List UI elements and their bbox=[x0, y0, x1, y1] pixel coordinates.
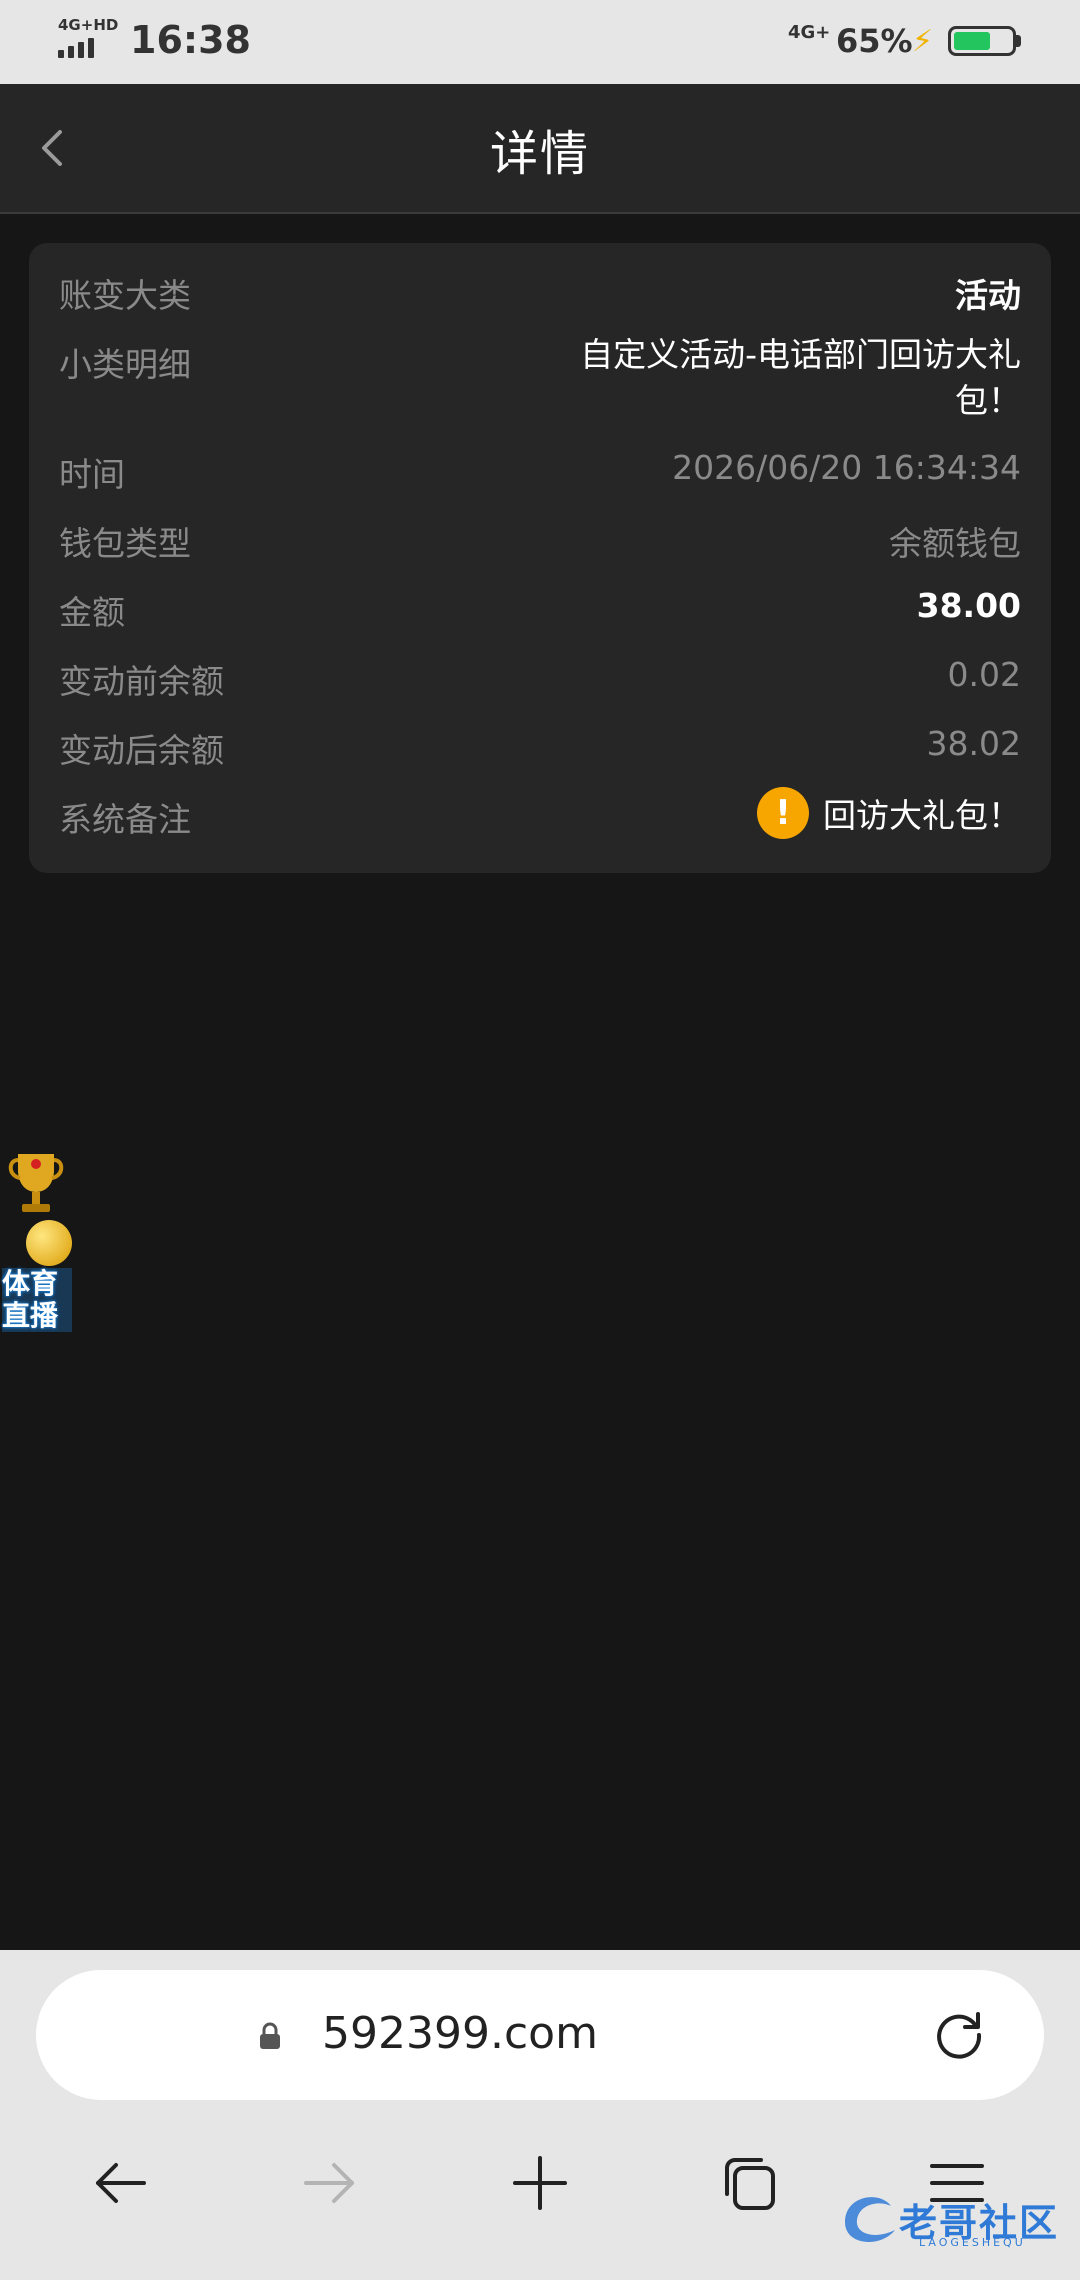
forward-arrow-button[interactable] bbox=[294, 2148, 364, 2218]
signal-icon bbox=[58, 36, 104, 58]
time-label: 时间 bbox=[59, 455, 125, 494]
network-type-left: 4G+HD bbox=[58, 16, 119, 34]
transaction-detail-card: 账变大类 活动 小类明细 自定义活动-电话部门回访大礼包！ 时间 2026/06… bbox=[29, 243, 1051, 873]
tabs-icon bbox=[725, 2158, 775, 2210]
warning-icon: ! bbox=[757, 787, 809, 839]
wallet-value: 余额钱包 bbox=[889, 524, 1021, 563]
category-value: 活动 bbox=[955, 276, 1021, 315]
time-value: 2026/06/20 16:34:34 bbox=[672, 448, 1021, 487]
battery-cap bbox=[1016, 35, 1021, 47]
new-tab-button[interactable] bbox=[505, 2148, 575, 2218]
header-bar: 详情 bbox=[0, 84, 1080, 214]
lock-icon bbox=[260, 2022, 280, 2049]
category-label: 账变大类 bbox=[59, 276, 191, 315]
forward-arrow-icon bbox=[304, 2163, 354, 2203]
back-arrow-icon bbox=[96, 2163, 146, 2203]
back-arrow-button[interactable] bbox=[86, 2148, 156, 2218]
after-balance-value: 38.02 bbox=[926, 724, 1021, 763]
after-balance-label: 变动后余额 bbox=[59, 731, 224, 770]
reload-icon bbox=[937, 2012, 982, 2059]
url-text: 592399.com bbox=[322, 2008, 598, 2059]
battery-icon bbox=[948, 26, 1016, 56]
charging-icon: ⚡ bbox=[912, 24, 934, 59]
page-title: 详情 bbox=[489, 126, 590, 182]
remark-value: 回访大礼包！ bbox=[823, 796, 1021, 835]
wallet-label: 钱包类型 bbox=[59, 524, 191, 563]
battery-level bbox=[954, 32, 990, 50]
amount-value: 38.00 bbox=[916, 586, 1021, 625]
remark-content: ! 回访大礼包！ bbox=[757, 787, 1021, 839]
status-bar: 4G+HD 16:38 4G+ 65% ⚡ bbox=[0, 0, 1080, 84]
watermark-logo: 老哥社区 LAOGESHEQU bbox=[835, 2178, 1070, 2258]
battery-percent: 65% bbox=[836, 22, 913, 60]
badge-line-2: 直播 bbox=[2, 1299, 59, 1332]
trophy-icon bbox=[8, 1154, 64, 1212]
dragon-logo-icon bbox=[845, 2197, 895, 2242]
clock: 16:38 bbox=[130, 18, 251, 62]
reload-button[interactable] bbox=[928, 2004, 990, 2066]
network-type-right: 4G+ bbox=[788, 22, 831, 43]
subcategory-label: 小类明细 bbox=[59, 345, 191, 384]
amount-label: 金额 bbox=[59, 593, 125, 632]
remark-label: 系统备注 bbox=[59, 800, 191, 839]
address-bar[interactable]: 592399.com bbox=[36, 1970, 1044, 2100]
before-balance-value: 0.02 bbox=[947, 655, 1021, 694]
sports-live-floating-button[interactable]: 体育 直播 bbox=[0, 1150, 76, 1335]
tabs-button[interactable] bbox=[715, 2148, 785, 2218]
badge-line-1: 体育 bbox=[2, 1267, 59, 1300]
subcategory-value: 自定义活动-电话部门回访大礼包！ bbox=[580, 335, 1021, 420]
before-balance-label: 变动前余额 bbox=[59, 662, 224, 701]
coin-icon bbox=[26, 1220, 72, 1266]
watermark-subtext: LAOGESHEQU bbox=[919, 2236, 1026, 2249]
new-tab-plus-icon bbox=[513, 2156, 567, 2210]
sports-live-label: 体育 直播 bbox=[2, 1268, 72, 1332]
